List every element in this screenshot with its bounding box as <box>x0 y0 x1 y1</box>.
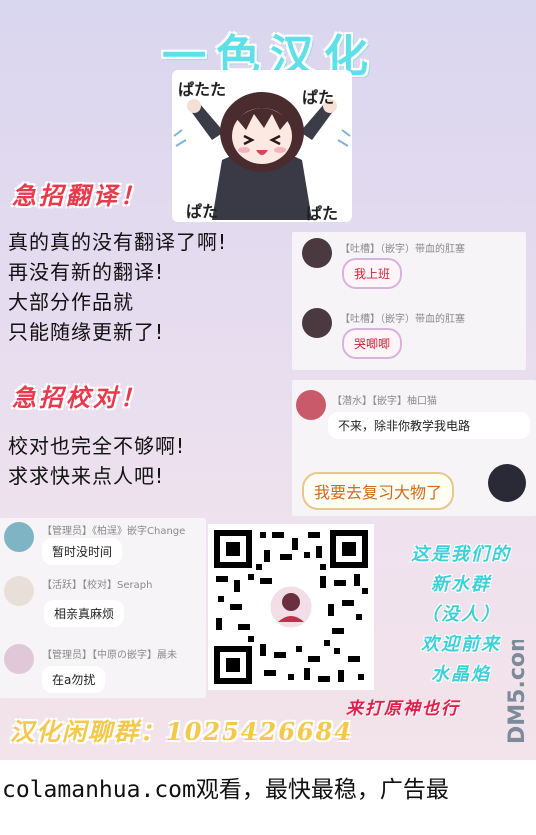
promo-tagline: 来打原神也行 <box>346 699 460 719</box>
recruitment-poster: 一色汉化 ぱたた ぱた ぱた ぱた 急招翻译！ 真的真的没有翻译了啊! 再没有新… <box>0 0 536 760</box>
avatar <box>4 644 34 674</box>
sound-effect: ぱた <box>302 88 335 107</box>
translator-line: 大部分作品就 <box>8 290 134 314</box>
proofreader-recruit-title: 急招校对！ <box>12 383 147 412</box>
watermark-text: DM5.com <box>505 640 530 744</box>
chat-message: 哭唧唧 <box>342 328 403 359</box>
chat-message: 在a勿扰 <box>42 666 106 693</box>
translator-recruit-title: 急招翻译！ <box>12 181 147 210</box>
translator-line: 再没有新的翻译! <box>8 260 165 284</box>
chat-sender: 【吐槽】（嵌字）带血的肛塞 <box>340 314 465 325</box>
avatar <box>4 576 34 606</box>
chat-screenshot-left: 【管理员】《柏逞》嵌字Change 暂时没时间 【活跃】【校对】Seraph 相… <box>0 518 206 698</box>
chat-sender: 【管理员】《柏逞》嵌字Change <box>42 526 186 537</box>
chat-sender: 【活跃】【校对】Seraph <box>42 580 153 591</box>
chat-group-number: 汉化闲聊群：1025426684 <box>10 717 353 746</box>
promo-line: 新水群 <box>431 574 491 595</box>
chat-message: 暂时没时间 <box>42 538 123 565</box>
chat-message: 相亲真麻烦 <box>44 600 125 627</box>
promo-line: 这是我们的 <box>411 544 511 565</box>
chat-sender: 【管理员】【中原の嵌字】晨未 <box>42 650 177 661</box>
chat-screenshot-top: 【吐槽】（嵌字）带血的肛塞 我上班 【吐槽】（嵌字）带血的肛塞 哭唧唧 <box>292 232 526 370</box>
qr-code-icon <box>208 524 374 690</box>
chat-message: 我上班 <box>342 258 403 289</box>
promo-line: （没人） <box>421 604 501 625</box>
avatar <box>302 308 332 338</box>
chat-sender: 【潜水】【嵌字】柚口猫 <box>332 396 437 407</box>
sound-effect: ぱた <box>306 204 339 223</box>
site-banner: colamanhua.com观看，最快最稳，广告最 <box>0 760 536 835</box>
avatar <box>296 390 326 420</box>
dm5-watermark: DM5.com <box>500 629 536 750</box>
translator-line: 只能随缘更新了! <box>8 320 165 344</box>
avatar <box>302 238 332 268</box>
group-qr-code[interactable] <box>208 524 374 690</box>
chat-reply: 我要去复习大物了 <box>302 472 455 510</box>
avatar <box>4 522 34 552</box>
chat-sender: 【吐槽】（嵌字）带血的肛塞 <box>340 244 465 255</box>
sound-effect: ぱたた <box>178 80 227 99</box>
proofreader-line: 校对也完全不够啊! <box>8 434 186 458</box>
chat-message: 不来，除非你教学我电路 <box>328 412 530 439</box>
site-banner-text[interactable]: colamanhua.com观看，最快最稳，广告最 <box>2 770 449 804</box>
mascot-illustration: ぱたた ぱた ぱた ぱた <box>172 70 352 223</box>
proofreader-line: 求求快来点人吧! <box>8 464 165 488</box>
translator-line: 真的真的没有翻译了啊! <box>8 230 228 254</box>
chat-screenshot-mid: 【潜水】【嵌字】柚口猫 不来，除非你教学我电路 我要去复习大物了 <box>292 380 536 516</box>
sound-effect: ぱた <box>186 202 219 221</box>
avatar <box>488 464 526 502</box>
